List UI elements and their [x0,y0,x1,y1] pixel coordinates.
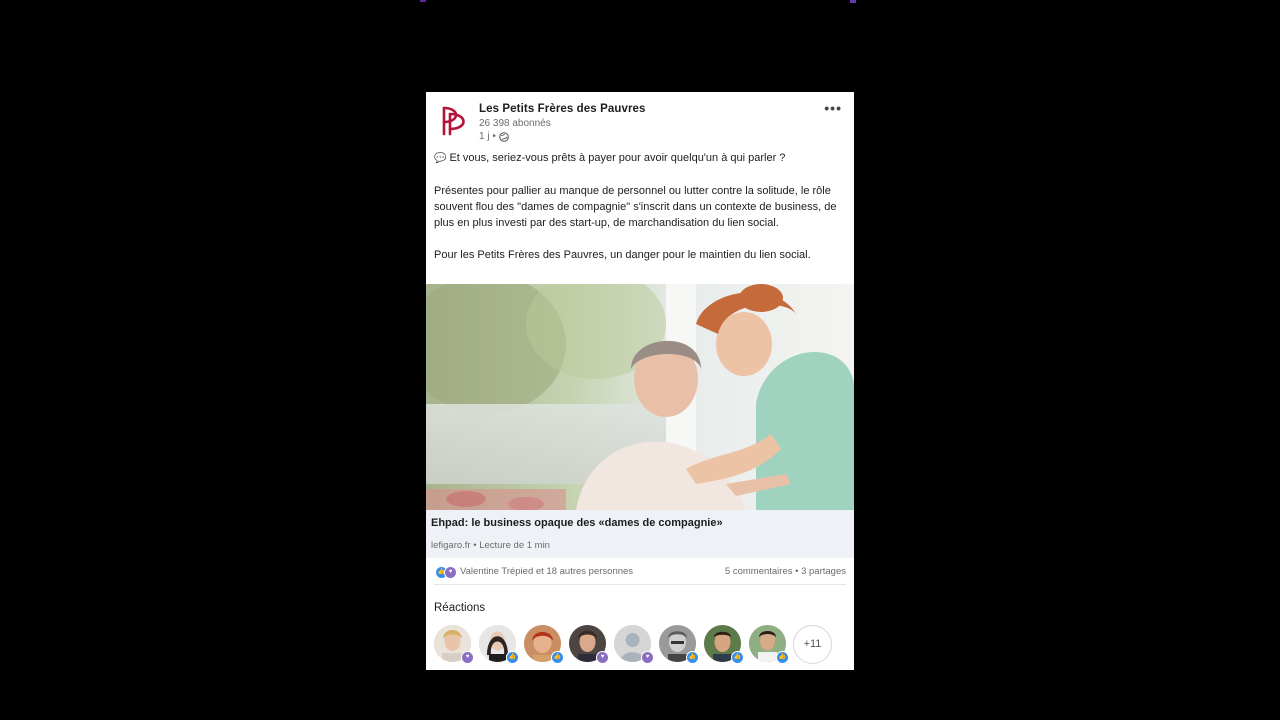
reactions-summary[interactable]: Valentine Trépied et 18 autres personnes [460,566,633,577]
more-reactors-button[interactable]: +11 [793,625,832,664]
frame-accent [420,0,426,2]
post-body: 💬 Et vous, seriez-vous prêts à payer pour… [434,150,846,279]
like-icon: 👍 [506,651,519,664]
support-icon: ♥ [641,651,654,664]
globe-icon [499,131,509,142]
linkedin-post: Les Petits Frères des Pauvres 26 398 abo… [426,92,854,670]
support-icon: ♥ [444,566,457,579]
frame-accent [850,0,856,3]
org-name[interactable]: Les Petits Frères des Pauvres [479,103,646,115]
post-header: Les Petits Frères des Pauvres 26 398 abo… [426,92,854,150]
post-meta: 1 j • [479,131,509,142]
org-logo[interactable] [438,104,470,138]
post-paragraph: 💬 Et vous, seriez-vous prêts à payer pour… [434,152,786,164]
social-counts: 👍 ♥ Valentine Trépied et 18 autres perso… [434,564,846,585]
reactions-heading: Réactions [434,602,486,614]
like-icon: 👍 [776,651,789,664]
link-title[interactable]: Ehpad: le business opaque des «dames de … [431,517,723,529]
like-icon: 👍 [551,651,564,664]
support-icon: ♥ [461,651,474,664]
post-time: 1 j • [479,131,496,142]
article-image[interactable] [426,284,854,510]
followers-count: 26 398 abonnés [479,118,551,129]
like-icon: 👍 [686,651,699,664]
article-photo [426,284,854,510]
like-icon: 👍 [731,651,744,664]
post-paragraph: Présentes pour pallier au manque de pers… [434,185,837,229]
more-options-button[interactable]: ••• [824,100,842,116]
reaction-icons[interactable]: 👍 ♥ [435,566,457,579]
speech-bubble-icon: 💬 [434,153,447,164]
comments-shares-count[interactable]: 5 commentaires • 3 partages [725,566,846,577]
link-source: lefigaro.fr • Lecture de 1 min [431,540,550,551]
link-preview[interactable]: Ehpad: le business opaque des «dames de … [426,510,854,558]
support-icon: ♥ [596,651,609,664]
post-paragraph: Pour les Petits Frères des Pauvres, un d… [434,249,811,261]
